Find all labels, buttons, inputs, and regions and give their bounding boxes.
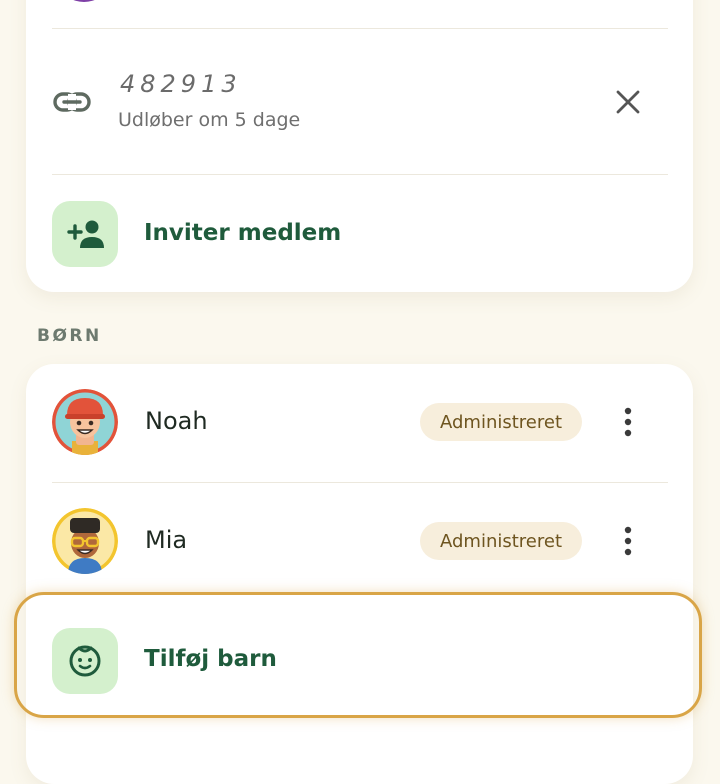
avatar-mia: [52, 508, 118, 574]
more-vertical-icon[interactable]: [614, 403, 642, 441]
invite-code: 482913: [120, 70, 242, 98]
child-name: Mia: [145, 526, 188, 554]
divider: [52, 174, 668, 175]
invite-member-button[interactable]: [26, 176, 693, 292]
close-icon[interactable]: [610, 84, 646, 120]
divider: [52, 28, 668, 29]
invite-code-row: [26, 30, 693, 174]
avatar-noah: [52, 389, 118, 455]
add-child-tile: [52, 628, 118, 694]
child-row-mia[interactable]: [26, 484, 693, 600]
baby-face-icon: [69, 645, 101, 677]
status-badge: Administreret: [420, 522, 582, 560]
invite-expiry: Udløber om 5 dage: [118, 109, 301, 131]
child-name: Noah: [145, 407, 208, 435]
link-icon: [53, 92, 91, 112]
add-child-label: Tilføj barn: [144, 646, 277, 672]
child-row-noah[interactable]: [26, 364, 693, 482]
status-badge: Administreret: [420, 403, 582, 441]
divider: [52, 482, 668, 483]
more-vertical-icon[interactable]: [614, 522, 642, 560]
section-title-children: BØRN: [37, 326, 102, 346]
person-add-icon: [67, 220, 104, 248]
invite-member-label: Inviter medlem: [144, 220, 342, 246]
invite-member-tile: [52, 201, 118, 267]
